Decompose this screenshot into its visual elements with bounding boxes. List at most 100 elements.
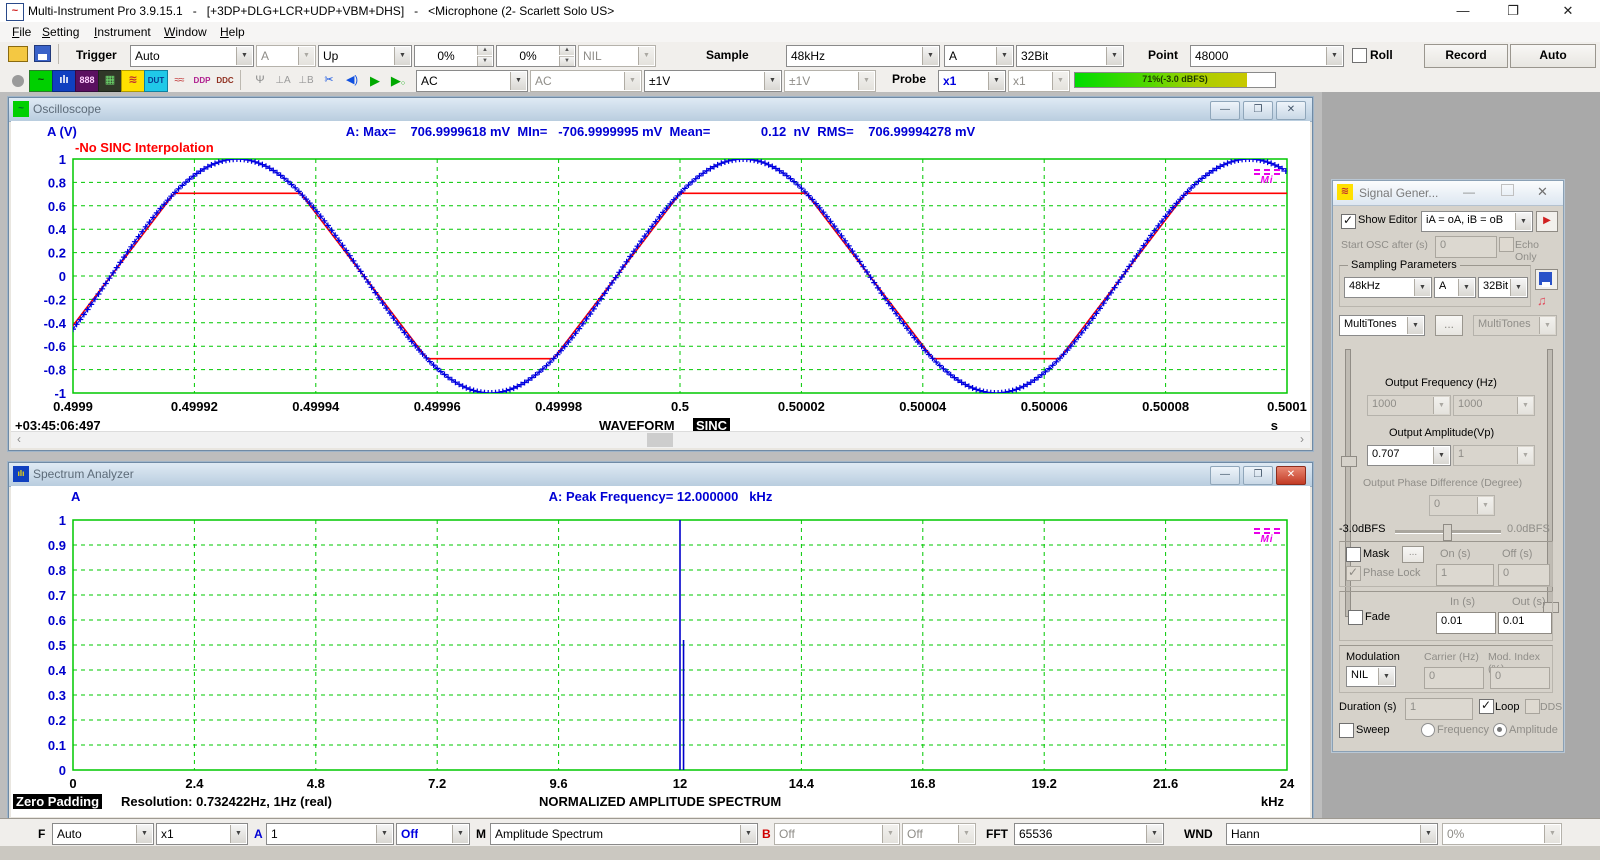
chevron-down-icon[interactable]: ▼ (764, 72, 780, 90)
device-test-plan-icon[interactable]: DUT (144, 70, 168, 92)
oscilloscope-hscrollbar[interactable]: ‹ › (11, 431, 1310, 448)
open-file-icon[interactable] (8, 46, 28, 62)
chevron-down-icon[interactable]: ▼ (376, 825, 392, 843)
run-loop-icon[interactable]: ▶○ (386, 70, 410, 92)
close-button[interactable]: ✕ (1537, 184, 1548, 200)
coupling-a-combo[interactable]: AC▼ (416, 70, 528, 92)
chevron-down-icon[interactable]: ▼ (1407, 317, 1423, 334)
minimize-button[interactable]: — (1210, 101, 1240, 120)
spinner-up-icon[interactable]: ▲ (559, 46, 574, 55)
oscilloscope-plot[interactable]: 10.80.60.40.20-0.2-0.4-0.6-0.8-10.49990.… (15, 151, 1307, 419)
points-combo[interactable]: 48000▼ (1190, 45, 1344, 67)
chevron-down-icon[interactable]: ▼ (1146, 825, 1162, 843)
sample-bits-combo[interactable]: 32Bit▼ (1016, 45, 1124, 67)
trigger-delay-spinner[interactable]: 0%▲▼ (496, 45, 576, 67)
spinner-down-icon[interactable]: ▼ (477, 56, 492, 66)
waveform-a-combo[interactable]: MultiTones▼ (1339, 315, 1425, 336)
ddp-viewer-icon[interactable]: DDP (190, 70, 214, 92)
close-button[interactable]: ✕ (1276, 101, 1306, 120)
dbfs-slider[interactable] (1395, 530, 1501, 534)
chevron-down-icon[interactable]: ▼ (988, 72, 1004, 90)
chevron-down-icon[interactable]: ▼ (452, 825, 468, 843)
menu-setting[interactable]: Setting (38, 24, 83, 40)
frequency-mode-combo[interactable]: Auto▼ (52, 823, 154, 845)
fade-checkbox[interactable] (1348, 610, 1363, 625)
chevron-down-icon[interactable]: ▼ (394, 47, 410, 65)
signal-generator-titlebar[interactable]: ≋ Signal Gener... — ✕ (1333, 181, 1563, 206)
start-generator-button[interactable]: ▶ (1536, 211, 1558, 232)
chevron-down-icon[interactable]: ▼ (1458, 279, 1474, 296)
oscilloscope-titlebar[interactable]: ~ Oscilloscope — ❐ ✕ (9, 98, 1312, 122)
trigger-mode-combo[interactable]: Auto▼ (130, 45, 254, 67)
close-button[interactable]: ✕ (1545, 0, 1591, 22)
restore-button[interactable]: ❐ (1243, 466, 1273, 485)
trigger-edge-combo[interactable]: Up▼ (318, 45, 412, 67)
chevron-down-icon[interactable]: ▼ (1414, 279, 1430, 296)
trigger-level-spinner[interactable]: 0%▲▼ (414, 45, 494, 67)
spinner-up-icon[interactable]: ▲ (477, 46, 492, 55)
chevron-down-icon[interactable]: ▼ (1510, 279, 1526, 296)
waveform-a-edit-button[interactable]: ... (1435, 315, 1463, 336)
spectrum-analyzer-icon[interactable]: ılı (52, 70, 76, 92)
spectrum-3d-plot-icon[interactable]: ▦ (98, 70, 122, 92)
menu-help[interactable]: Help (216, 24, 249, 40)
a-extra-combo[interactable]: Off▼ (396, 823, 470, 845)
chevron-down-icon[interactable]: ▼ (1433, 447, 1449, 464)
scroll-left-icon[interactable]: ‹ (11, 432, 27, 448)
spectrum-titlebar[interactable]: ılı Spectrum Analyzer — ❐ ✕ (9, 463, 1312, 487)
slider-thumb[interactable] (1443, 524, 1452, 541)
chevron-down-icon[interactable]: ▼ (1515, 213, 1531, 230)
probe-tool-icon[interactable]: ✂ (317, 70, 341, 92)
chevron-down-icon[interactable]: ▼ (996, 47, 1012, 65)
restore-button[interactable]: ❐ (1243, 101, 1273, 120)
show-editor-checkbox[interactable] (1341, 214, 1356, 229)
a-gain-combo[interactable]: 1▼ (266, 823, 394, 845)
ddc-icon[interactable]: DDC (213, 70, 237, 92)
fade-in-input[interactable]: 0.01 (1436, 612, 1496, 634)
scroll-right-icon[interactable]: › (1294, 432, 1310, 448)
sg-rate-combo[interactable]: 48kHz▼ (1344, 277, 1432, 298)
zero-padding-badge[interactable]: Zero Padding (13, 794, 102, 809)
fade-out-input[interactable]: 0.01 (1498, 612, 1552, 634)
run-icon[interactable]: ▶ (363, 70, 387, 92)
menu-file[interactable]: File (8, 24, 35, 40)
sg-channel-combo[interactable]: A▼ (1434, 277, 1476, 298)
sample-channel-combo[interactable]: A▼ (944, 45, 1014, 67)
save-icon[interactable] (34, 45, 51, 62)
window-function-combo[interactable]: Hann▼ (1226, 823, 1438, 845)
derived-data-curve-icon[interactable]: ≈≈ (167, 70, 191, 92)
sg-bits-combo[interactable]: 32Bit▼ (1478, 277, 1528, 298)
record-button[interactable]: Record (1424, 44, 1508, 68)
frequency-mult-combo[interactable]: x1▼ (156, 823, 248, 845)
sample-rate-combo[interactable]: 48kHz▼ (786, 45, 940, 67)
close-button[interactable]: ✕ (1276, 466, 1306, 485)
minimize-button[interactable]: — (1440, 0, 1486, 22)
modulation-type-combo[interactable]: NIL▼ (1346, 666, 1396, 687)
slider-thumb[interactable] (1341, 456, 1357, 467)
spectrum-plot[interactable]: 10.90.80.70.60.50.40.30.20.1002.44.87.29… (15, 510, 1307, 802)
menu-instrument[interactable]: Instrument (90, 24, 155, 40)
chevron-down-icon[interactable]: ▼ (236, 47, 252, 65)
spinner-down-icon[interactable]: ▼ (559, 56, 574, 66)
chevron-down-icon[interactable]: ▼ (136, 825, 152, 843)
minimize-button[interactable]: — (1463, 185, 1475, 199)
waveform-library-icon[interactable]: ♫ (1537, 293, 1547, 308)
sg-save-button[interactable] (1535, 269, 1558, 290)
amplitude-a-combo[interactable]: 0.707▼ (1367, 445, 1451, 466)
loop-checkbox[interactable] (1479, 699, 1494, 714)
roll-checkbox[interactable] (1352, 48, 1367, 63)
fft-size-combo[interactable]: 65536▼ (1014, 823, 1164, 845)
maximize-button[interactable]: ❐ (1490, 0, 1536, 22)
scrollbar-thumb[interactable] (647, 433, 673, 447)
sweep-checkbox[interactable] (1339, 723, 1354, 738)
mask-checkbox[interactable] (1346, 547, 1361, 562)
probe-a-combo[interactable]: x1▼ (938, 70, 1006, 92)
chevron-down-icon[interactable]: ▼ (1106, 47, 1122, 65)
menu-window[interactable]: Window (160, 24, 211, 40)
chevron-down-icon[interactable]: ▼ (1378, 668, 1394, 685)
measurement-mode-combo[interactable]: Amplitude Spectrum▼ (490, 823, 758, 845)
minimize-button[interactable]: — (1210, 466, 1240, 485)
speaker-icon[interactable]: ◀) (340, 70, 364, 92)
chevron-down-icon[interactable]: ▼ (740, 825, 756, 843)
chevron-down-icon[interactable]: ▼ (510, 72, 526, 90)
